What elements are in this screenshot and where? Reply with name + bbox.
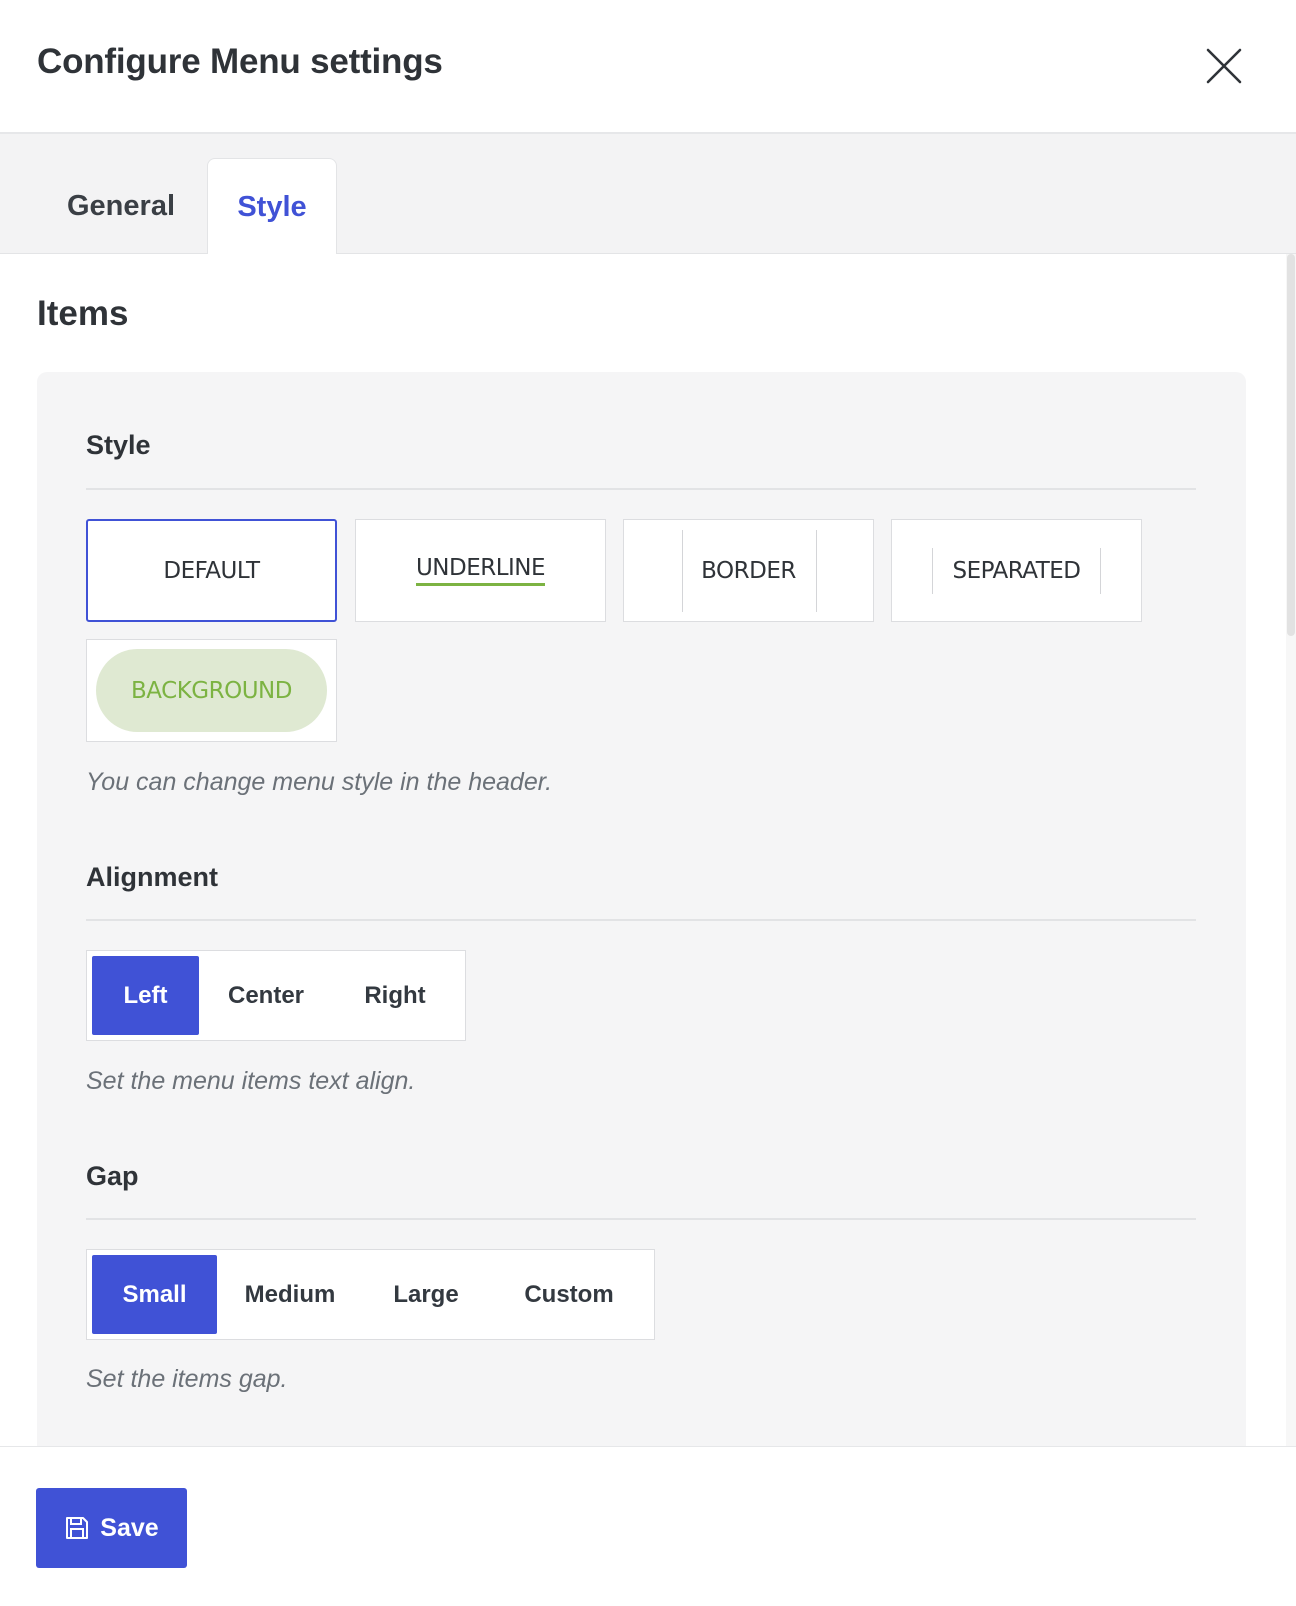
style-option-label: BACKGROUND — [131, 677, 292, 704]
style-help-text: You can change menu style in the header. — [86, 768, 553, 796]
border-line — [816, 530, 817, 612]
style-option-background[interactable]: BACKGROUND — [86, 639, 337, 742]
style-group-title: Style — [86, 430, 151, 460]
align-left-button[interactable]: Left — [92, 956, 199, 1035]
save-button[interactable]: Save — [36, 1488, 187, 1568]
background-pill: BACKGROUND — [96, 649, 327, 732]
style-option-label: BORDER — [701, 557, 796, 584]
gap-help-text: Set the items gap. — [86, 1365, 288, 1393]
style-option-default[interactable]: DEFAULT — [86, 519, 337, 622]
divider — [86, 488, 1196, 490]
separator-line — [1100, 548, 1101, 594]
dialog-title: Configure Menu settings — [37, 42, 443, 81]
save-button-label: Save — [100, 1513, 159, 1542]
align-center-button[interactable]: Center — [209, 956, 323, 1035]
settings-card: Style DEFAULT UNDERLINE BORDER SEPARATED… — [37, 372, 1246, 1446]
tab-bar: General Style — [0, 134, 1296, 255]
dialog-header: Configure Menu settings — [0, 0, 1296, 134]
gap-group-title: Gap — [86, 1161, 139, 1191]
separator-line — [932, 548, 933, 594]
divider — [86, 919, 1196, 921]
gap-small-button[interactable]: Small — [92, 1255, 217, 1334]
style-option-border[interactable]: BORDER — [623, 519, 874, 622]
alignment-help-text: Set the menu items text align. — [86, 1067, 416, 1095]
gap-custom-button[interactable]: Custom — [507, 1255, 631, 1334]
style-option-separated[interactable]: SEPARATED — [891, 519, 1142, 622]
style-option-label: UNDERLINE — [415, 555, 546, 586]
floppy-disk-icon — [64, 1515, 90, 1541]
gap-segmented-control: Small Medium Large Custom — [86, 1249, 655, 1340]
section-title: Items — [37, 294, 129, 333]
tab-general[interactable]: General — [38, 158, 204, 254]
dialog-footer: Save — [0, 1446, 1296, 1606]
style-option-underline[interactable]: UNDERLINE — [355, 519, 606, 622]
divider — [86, 1218, 1196, 1220]
style-option-label: DEFAULT — [163, 557, 260, 584]
gap-medium-button[interactable]: Medium — [229, 1255, 351, 1334]
close-icon[interactable] — [1206, 48, 1242, 84]
tab-style[interactable]: Style — [207, 158, 337, 255]
alignment-segmented-control: Left Center Right — [86, 950, 466, 1041]
align-right-button[interactable]: Right — [345, 956, 445, 1035]
style-option-label: SEPARATED — [952, 557, 1081, 584]
scrollbar-thumb[interactable] — [1287, 254, 1295, 636]
border-line — [682, 530, 683, 612]
settings-panel: Items Style DEFAULT UNDERLINE BORDER SEP… — [0, 254, 1286, 1446]
gap-large-button[interactable]: Large — [377, 1255, 475, 1334]
alignment-group-title: Alignment — [86, 862, 218, 892]
